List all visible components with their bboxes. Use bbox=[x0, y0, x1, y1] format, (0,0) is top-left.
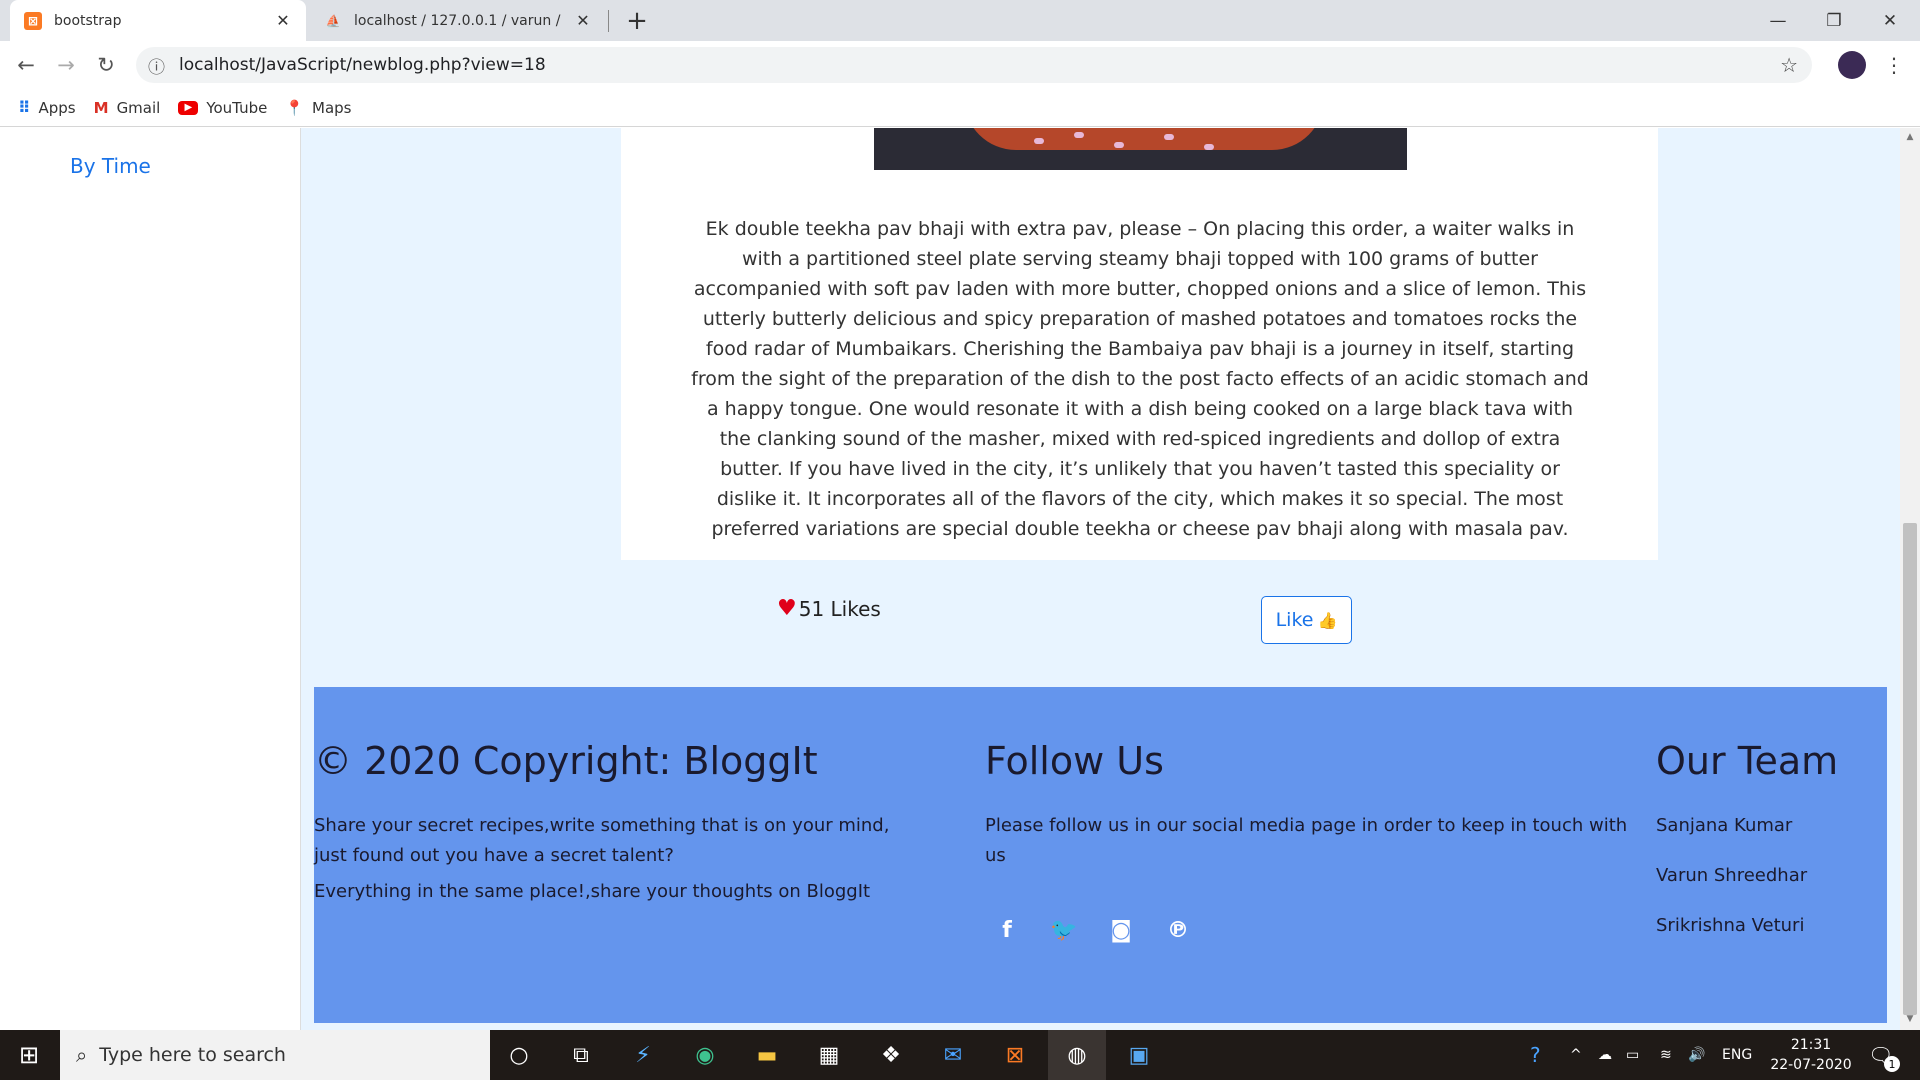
tray-chevron-icon[interactable]: ^ bbox=[1570, 1030, 1582, 1080]
notification-badge: 1 bbox=[1884, 1056, 1900, 1072]
tab-title: bootstrap bbox=[54, 12, 122, 29]
pav-bhaji-image bbox=[874, 128, 1407, 170]
wifi-icon[interactable]: ≋ bbox=[1660, 1030, 1672, 1080]
cortana-icon[interactable]: ○ bbox=[490, 1030, 548, 1080]
phpmyadmin-icon: ⛵ bbox=[325, 13, 341, 28]
bookmark-label: Gmail bbox=[116, 98, 161, 117]
maps-icon: 📍 bbox=[285, 98, 305, 117]
dropbox-icon[interactable]: ❖ bbox=[862, 1030, 920, 1080]
pinterest-icon[interactable]: ℗ bbox=[1160, 912, 1196, 948]
new-tab-button[interactable]: + bbox=[620, 2, 654, 40]
tab-phpmyadmin[interactable]: ⛵ localhost / 127.0.0.1 / varun / blo ✕ bbox=[310, 0, 606, 41]
battery-icon[interactable]: ▭ bbox=[1626, 1030, 1639, 1080]
edge-icon[interactable]: ◉ bbox=[676, 1030, 734, 1080]
youtube-icon: ▶ bbox=[178, 100, 199, 115]
apps-grid-icon: ⠿ bbox=[18, 98, 31, 117]
language-indicator[interactable]: ENG bbox=[1722, 1030, 1752, 1080]
close-tab-icon[interactable]: ✕ bbox=[574, 11, 592, 30]
taskbar-search[interactable]: ⌕ Type here to search bbox=[60, 1030, 490, 1080]
chrome-icon[interactable]: ◍ bbox=[1048, 1030, 1106, 1080]
notification-icon[interactable]: 🗨 bbox=[1868, 1030, 1893, 1080]
like-label: Like bbox=[1275, 609, 1314, 631]
clock-date: 22-07-2020 bbox=[1770, 1057, 1852, 1073]
sidebar: By Time bbox=[0, 128, 301, 1030]
reload-button[interactable]: ↻ bbox=[90, 49, 122, 81]
bookmarks-bar: ⠿ Apps M Gmail ▶ YouTube 📍 Maps bbox=[0, 89, 1920, 127]
address-bar[interactable]: ⓘ localhost/JavaScript/newblog.php?view=… bbox=[136, 47, 1812, 83]
scrollbar-thumb[interactable] bbox=[1903, 523, 1917, 1015]
sidebar-item-by-time[interactable]: By Time bbox=[70, 154, 151, 178]
likes-count: ♥ 51 Likes bbox=[777, 596, 881, 621]
xampp-icon[interactable]: ⊠ bbox=[986, 1030, 1044, 1080]
search-placeholder: Type here to search bbox=[99, 1044, 286, 1066]
xampp-icon: ⊠ bbox=[24, 11, 42, 30]
file-explorer-icon[interactable]: ▬ bbox=[738, 1030, 796, 1080]
bookmark-label: Apps bbox=[38, 98, 76, 117]
url-text: localhost/JavaScript/newblog.php?view=18 bbox=[179, 55, 546, 75]
team-member: Srikrishna Veturi bbox=[1656, 915, 1805, 936]
clock[interactable]: 21:31 22-07-2020 bbox=[1766, 1030, 1856, 1080]
site-footer: © 2020 Copyright: BloggIt Share your sec… bbox=[314, 687, 1887, 1023]
close-tab-icon[interactable]: ✕ bbox=[274, 11, 292, 30]
instagram-icon[interactable]: ◙ bbox=[1103, 912, 1139, 948]
follow-text: Please follow us in our social media pag… bbox=[985, 815, 1628, 866]
bookmark-maps[interactable]: 📍 Maps bbox=[285, 99, 351, 117]
search-icon: ⌕ bbox=[76, 1043, 88, 1067]
team-member: Sanjana Kumar bbox=[1656, 815, 1793, 836]
scroll-down-arrow[interactable]: ▼ bbox=[1903, 1014, 1917, 1026]
bookmark-gmail[interactable]: M Gmail bbox=[94, 99, 161, 117]
tab-divider bbox=[608, 10, 609, 32]
visual-studio-icon[interactable]: ⚡ bbox=[614, 1030, 672, 1080]
profile-avatar[interactable] bbox=[1838, 51, 1866, 79]
thumbs-up-icon: 👍 bbox=[1317, 610, 1338, 630]
bookmark-apps[interactable]: ⠿ Apps bbox=[18, 98, 76, 117]
team-member: Varun Shreedhar bbox=[1656, 865, 1808, 886]
minimize-button[interactable]: — bbox=[1750, 0, 1806, 41]
forward-button[interactable]: → bbox=[50, 49, 82, 81]
clock-time: 21:31 bbox=[1790, 1037, 1832, 1053]
windows-start-icon[interactable]: ⊞ bbox=[0, 1030, 58, 1080]
close-window-button[interactable]: ✕ bbox=[1862, 0, 1918, 41]
tab-strip: ⊠ bootstrap ✕ ⛵ localhost / 127.0.0.1 / … bbox=[0, 0, 1920, 41]
help-icon[interactable]: ? bbox=[1530, 1030, 1541, 1080]
like-button[interactable]: Like 👍 bbox=[1261, 596, 1352, 644]
likes-text: 51 Likes bbox=[798, 596, 881, 621]
tab-bootstrap[interactable]: ⊠ bootstrap ✕ bbox=[10, 0, 306, 41]
scroll-up-arrow[interactable]: ▲ bbox=[1903, 132, 1917, 144]
copyright-heading: © 2020 Copyright: BloggIt bbox=[314, 739, 818, 783]
bookmark-label: Maps bbox=[312, 98, 352, 117]
about-text: Share your secret recipes,write somethin… bbox=[314, 815, 890, 866]
about-text-2: Everything in the same place!,share your… bbox=[314, 881, 871, 902]
bookmark-star-icon[interactable]: ☆ bbox=[1780, 53, 1798, 77]
restore-button[interactable]: ❐ bbox=[1806, 0, 1862, 41]
store-icon[interactable]: ▦ bbox=[800, 1030, 858, 1080]
task-view-icon[interactable]: ⧉ bbox=[552, 1030, 610, 1080]
facebook-icon[interactable]: f bbox=[989, 912, 1025, 948]
follow-heading: Follow Us bbox=[985, 739, 1164, 783]
mail-icon[interactable]: ✉ bbox=[924, 1030, 982, 1080]
windows-taskbar: ⊞ ⌕ Type here to search ○ ⧉ ⚡ ◉ ▬ ▦ ❖ ✉ … bbox=[0, 1030, 1920, 1080]
photos-icon[interactable]: ▣ bbox=[1110, 1030, 1168, 1080]
heart-icon: ♥ bbox=[777, 596, 797, 621]
onedrive-icon[interactable]: ☁ bbox=[1598, 1030, 1612, 1080]
back-button[interactable]: ← bbox=[10, 49, 42, 81]
volume-icon[interactable]: 🔊 bbox=[1688, 1030, 1705, 1080]
article-body: Ek double teekha pav bhaji with extra pa… bbox=[691, 218, 1589, 540]
info-icon[interactable]: ⓘ bbox=[148, 53, 165, 78]
bookmark-label: YouTube bbox=[206, 98, 268, 117]
tab-title: localhost / 127.0.0.1 / varun / blo bbox=[354, 12, 566, 29]
gmail-icon: M bbox=[93, 98, 109, 117]
bookmark-youtube[interactable]: ▶ YouTube bbox=[178, 99, 267, 117]
twitter-icon[interactable]: 🐦 bbox=[1046, 912, 1082, 948]
browser-toolbar: ← → ↻ ⓘ localhost/JavaScript/newblog.php… bbox=[0, 41, 1920, 89]
page-viewport: By Time Ek double teekha pav bhaji with … bbox=[0, 128, 1900, 1030]
menu-kebab-icon[interactable]: ⋮ bbox=[1880, 49, 1908, 81]
team-heading: Our Team bbox=[1656, 739, 1839, 783]
